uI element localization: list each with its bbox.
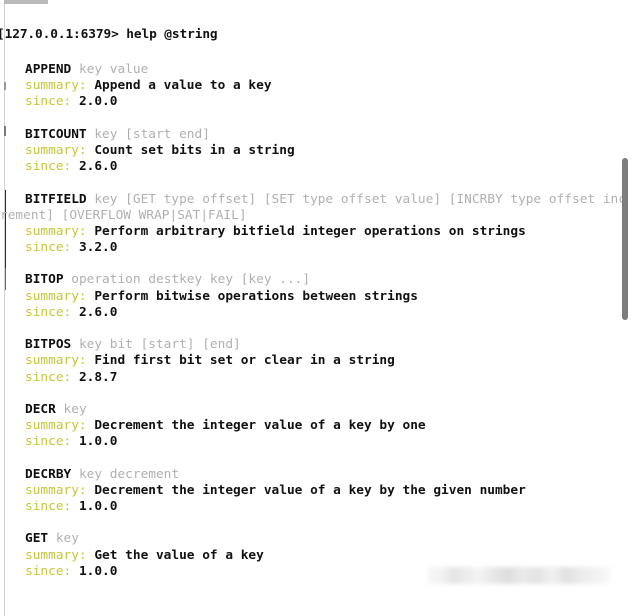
command-name: GET xyxy=(25,531,49,547)
since-label: since: xyxy=(25,499,72,515)
command-help-entry: DECR key summary: Decrement the integer v… xyxy=(25,402,626,451)
summary-label: summary: xyxy=(25,288,87,304)
summary-value: Perform arbitrary bitfield integer opera… xyxy=(86,223,526,239)
command-name: BITPOS xyxy=(25,337,72,353)
summary-row: summary: Get the value of a key xyxy=(25,548,626,564)
summary-row: summary: Count set bits in a string xyxy=(25,143,626,159)
summary-value: Append a value to a key xyxy=(86,78,272,94)
command-signature-row: DECR key xyxy=(25,402,626,418)
command-help-entry: DECRBY key decrement summary: Decrement t… xyxy=(25,467,626,516)
command-arguments-wrapped: rement] [OVERFLOW WRAP|SAT|FAIL] xyxy=(0,207,247,223)
command-arguments: key decrement xyxy=(71,466,180,482)
blurred-watermark xyxy=(428,567,610,584)
summary-value: Decrement the integer value of a key by … xyxy=(86,482,526,498)
since-row: since: 2.0.0 xyxy=(25,94,626,110)
command-signature-row: DECRBY key decrement xyxy=(25,467,626,483)
summary-value: Count set bits in a string xyxy=(86,142,295,158)
command-arguments: key xyxy=(48,531,79,547)
since-value: 2.0.0 xyxy=(71,94,118,110)
command-help-entry: BITCOUNT key [start end] summary: Count s… xyxy=(25,127,626,176)
since-row: since: 2.8.7 xyxy=(25,370,626,386)
since-label: since: xyxy=(25,159,72,175)
summary-row: summary: Decrement the integer value of … xyxy=(25,418,626,434)
since-label: since: xyxy=(25,434,72,450)
prompt-line: [127.0.0.1:6379> help @string xyxy=(0,27,218,42)
summary-row: summary: Append a value to a key xyxy=(25,78,626,94)
command-signature-row: BITFIELD key [GET type offset] [SET type… xyxy=(25,192,626,208)
vertical-scrollbar-thumb[interactable] xyxy=(622,158,628,320)
summary-label: summary: xyxy=(25,78,87,94)
since-value: 2.6.0 xyxy=(71,304,118,320)
since-value: 1.0.0 xyxy=(71,563,118,579)
since-row: since: 1.0.0 xyxy=(25,434,626,450)
since-label: since: xyxy=(25,369,72,385)
command-signature-row: BITOP operation destkey key [key ...] xyxy=(25,272,626,288)
command-help-list: APPEND key value summary: Append a value … xyxy=(0,62,626,580)
command-help-entry: BITFIELD key [GET type offset] [SET type… xyxy=(0,192,626,257)
since-value: 1.0.0 xyxy=(71,434,118,450)
since-label: since: xyxy=(25,94,72,110)
summary-value: Perform bitwise operations between strin… xyxy=(86,288,418,304)
summary-row: summary: Decrement the integer value of … xyxy=(25,483,626,499)
command-help-entry: BITPOS key bit [start] [end] summary: Fin… xyxy=(25,337,626,386)
vertical-scrollbar-track[interactable] xyxy=(620,0,632,616)
command-name: BITFIELD xyxy=(25,191,87,207)
command-signature-row: GET key xyxy=(25,531,626,547)
command-help-entry: APPEND key value summary: Append a value … xyxy=(25,62,626,111)
terminal-window: [127.0.0.1:6379> help @string APPEND key… xyxy=(0,0,632,616)
command-arguments: operation destkey key [key ...] xyxy=(63,272,311,288)
command-arguments: key bit [start] [end] xyxy=(71,337,241,353)
summary-label: summary: xyxy=(25,353,87,369)
summary-label: summary: xyxy=(25,547,87,563)
command-arguments: key [GET type offset] [SET type offset v… xyxy=(86,191,626,207)
summary-row: summary: Find first bit set or clear in … xyxy=(25,353,626,369)
command-help-entry: BITOP operation destkey key [key ...] sum… xyxy=(25,272,626,321)
summary-value: Decrement the integer value of a key by … xyxy=(86,418,426,434)
since-value: 2.8.7 xyxy=(71,369,118,385)
since-label: since: xyxy=(25,304,72,320)
command-signature-row: BITCOUNT key [start end] xyxy=(25,127,626,143)
since-row: since: 3.2.0 xyxy=(25,240,626,256)
command-name: DECRBY xyxy=(25,466,72,482)
command-name: BITCOUNT xyxy=(25,126,87,142)
command-arguments: key xyxy=(55,401,87,417)
terminal-output-area[interactable]: [127.0.0.1:6379> help @string APPEND key… xyxy=(0,0,632,616)
since-label: since: xyxy=(25,563,72,579)
since-value: 1.0.0 xyxy=(71,499,118,515)
summary-label: summary: xyxy=(25,223,87,239)
command-arguments: key value xyxy=(71,62,149,77)
command-signature-row: APPEND key value xyxy=(25,62,626,78)
summary-value: Find first bit set or clear in a string xyxy=(86,353,395,369)
since-row: since: 2.6.0 xyxy=(25,305,626,321)
command-signature-row: BITPOS key bit [start] [end] xyxy=(25,337,626,353)
since-row: since: 1.0.0 xyxy=(25,499,626,515)
command-name: BITOP xyxy=(25,272,64,288)
command-arguments: key [start end] xyxy=(86,126,210,142)
since-row: since: 2.6.0 xyxy=(25,159,626,175)
command-name: DECR xyxy=(25,401,56,417)
summary-label: summary: xyxy=(25,418,87,434)
since-value: 2.6.0 xyxy=(71,159,118,175)
summary-value: Get the value of a key xyxy=(86,547,264,563)
summary-label: summary: xyxy=(25,482,87,498)
summary-label: summary: xyxy=(25,142,87,158)
since-label: since: xyxy=(25,240,72,256)
summary-row: summary: Perform arbitrary bitfield inte… xyxy=(25,224,626,240)
since-value: 3.2.0 xyxy=(71,240,118,256)
command-name: APPEND xyxy=(25,62,72,77)
summary-row: summary: Perform bitwise operations betw… xyxy=(25,289,626,305)
